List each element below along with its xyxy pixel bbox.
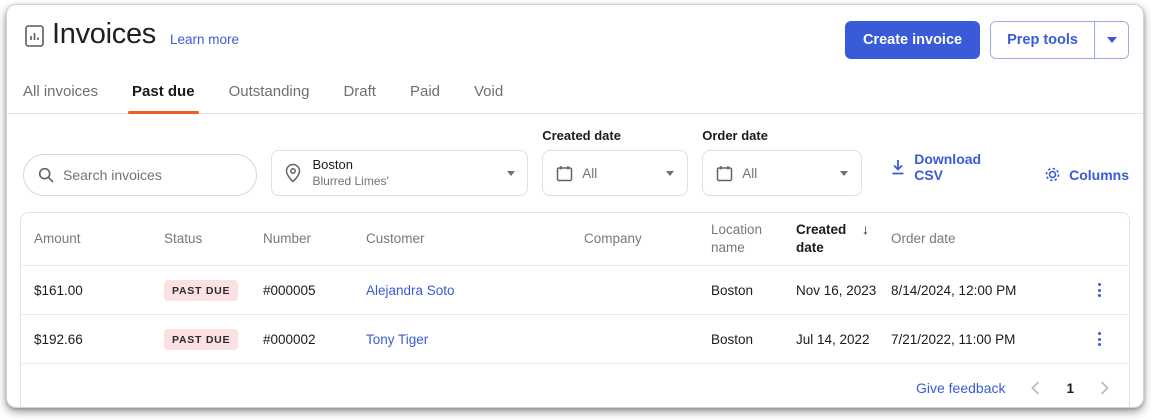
col-header-created-date[interactable]: Created date ↓	[796, 221, 891, 256]
prep-tools-split-button: Prep tools	[990, 21, 1129, 59]
prep-tools-dropdown-button[interactable]	[1094, 22, 1128, 58]
sort-desc-arrow-icon: ↓	[862, 221, 869, 238]
invoice-status-tabs: All invoices Past due Outstanding Draft …	[7, 73, 1143, 114]
create-invoice-button[interactable]: Create invoice	[845, 21, 980, 59]
table-header-row: Amount Status Number Customer Company Lo…	[21, 213, 1129, 265]
cell-amount: $192.66	[34, 332, 164, 347]
location-select[interactable]: Boston Blurred Limes'	[271, 150, 528, 196]
page-header: Invoices Learn more Create invoice Prep …	[7, 5, 1143, 59]
caret-down-icon	[840, 171, 848, 176]
caret-down-icon	[1107, 37, 1117, 43]
location-subtitle: Blurred Limes'	[312, 174, 507, 189]
calendar-icon	[556, 165, 573, 182]
gear-icon	[1044, 166, 1061, 183]
tab-draft[interactable]: Draft	[341, 73, 378, 113]
tab-past-due[interactable]: Past due	[130, 73, 197, 113]
col-header-order-date[interactable]: Order date	[891, 230, 1069, 248]
caret-down-icon	[507, 171, 515, 176]
table-row[interactable]: $161.00 PAST DUE #000005 Alejandra Soto …	[21, 265, 1129, 314]
page-title: Invoices	[52, 18, 156, 51]
download-csv-label: Download CSV	[914, 151, 1006, 183]
customer-link[interactable]: Alejandra Soto	[366, 283, 584, 298]
cell-created-date: Nov 16, 2023	[796, 283, 891, 298]
status-badge: PAST DUE	[164, 329, 238, 350]
cell-number: #000002	[263, 332, 366, 347]
status-badge: PAST DUE	[164, 280, 238, 301]
invoices-table: Amount Status Number Customer Company Lo…	[20, 212, 1130, 408]
tab-outstanding[interactable]: Outstanding	[227, 73, 312, 113]
row-actions-kebab-icon[interactable]	[1090, 279, 1109, 301]
tab-paid[interactable]: Paid	[408, 73, 442, 113]
invoices-page: Invoices Learn more Create invoice Prep …	[6, 4, 1144, 408]
cell-location: Boston	[711, 332, 796, 347]
cell-amount: $161.00	[34, 283, 164, 298]
created-date-value: All	[582, 166, 657, 181]
row-actions-kebab-icon[interactable]	[1090, 328, 1109, 350]
table-row[interactable]: $192.66 PAST DUE #000002 Tony Tiger Bost…	[21, 314, 1129, 363]
col-header-customer[interactable]: Customer	[366, 230, 584, 248]
location-pin-icon	[284, 163, 302, 183]
created-date-select[interactable]: All	[542, 150, 688, 196]
order-date-select[interactable]: All	[702, 150, 862, 196]
download-csv-button[interactable]: Download CSV	[890, 151, 1006, 196]
filter-bar: Search invoices Boston Blurred Limes' Cr…	[7, 114, 1143, 212]
tab-void[interactable]: Void	[472, 73, 505, 113]
chevron-left-icon[interactable]	[1031, 381, 1040, 395]
customer-link[interactable]: Tony Tiger	[366, 332, 584, 347]
calendar-icon	[716, 165, 733, 182]
col-header-number[interactable]: Number	[263, 230, 366, 248]
give-feedback-link[interactable]: Give feedback	[916, 380, 1006, 396]
columns-button[interactable]: Columns	[1044, 166, 1129, 196]
table-footer: Give feedback 1	[21, 363, 1129, 408]
location-name: Boston	[312, 157, 507, 173]
cell-location: Boston	[711, 283, 796, 298]
cell-number: #000005	[263, 283, 366, 298]
created-date-filter-label: Created date	[542, 128, 688, 143]
order-date-value: All	[742, 166, 831, 181]
download-icon	[890, 159, 906, 176]
invoices-report-icon	[25, 25, 44, 47]
col-header-status[interactable]: Status	[164, 230, 263, 248]
col-header-location-name[interactable]: Location name	[711, 221, 796, 256]
learn-more-link[interactable]: Learn more	[170, 32, 239, 47]
col-header-company[interactable]: Company	[584, 230, 711, 248]
columns-label: Columns	[1069, 167, 1129, 183]
cell-order-date: 7/21/2022, 11:00 PM	[891, 332, 1069, 347]
search-icon	[38, 167, 54, 183]
cell-order-date: 8/14/2024, 12:00 PM	[891, 283, 1069, 298]
search-input[interactable]: Search invoices	[23, 154, 257, 196]
col-header-amount[interactable]: Amount	[34, 230, 164, 248]
cell-created-date: Jul 14, 2022	[796, 332, 891, 347]
order-date-filter-label: Order date	[702, 128, 862, 143]
search-placeholder: Search invoices	[63, 167, 162, 183]
chevron-right-icon[interactable]	[1100, 381, 1109, 395]
prep-tools-button[interactable]: Prep tools	[991, 22, 1094, 58]
tab-all-invoices[interactable]: All invoices	[21, 73, 100, 113]
caret-down-icon	[666, 171, 674, 176]
page-number: 1	[1066, 381, 1074, 396]
